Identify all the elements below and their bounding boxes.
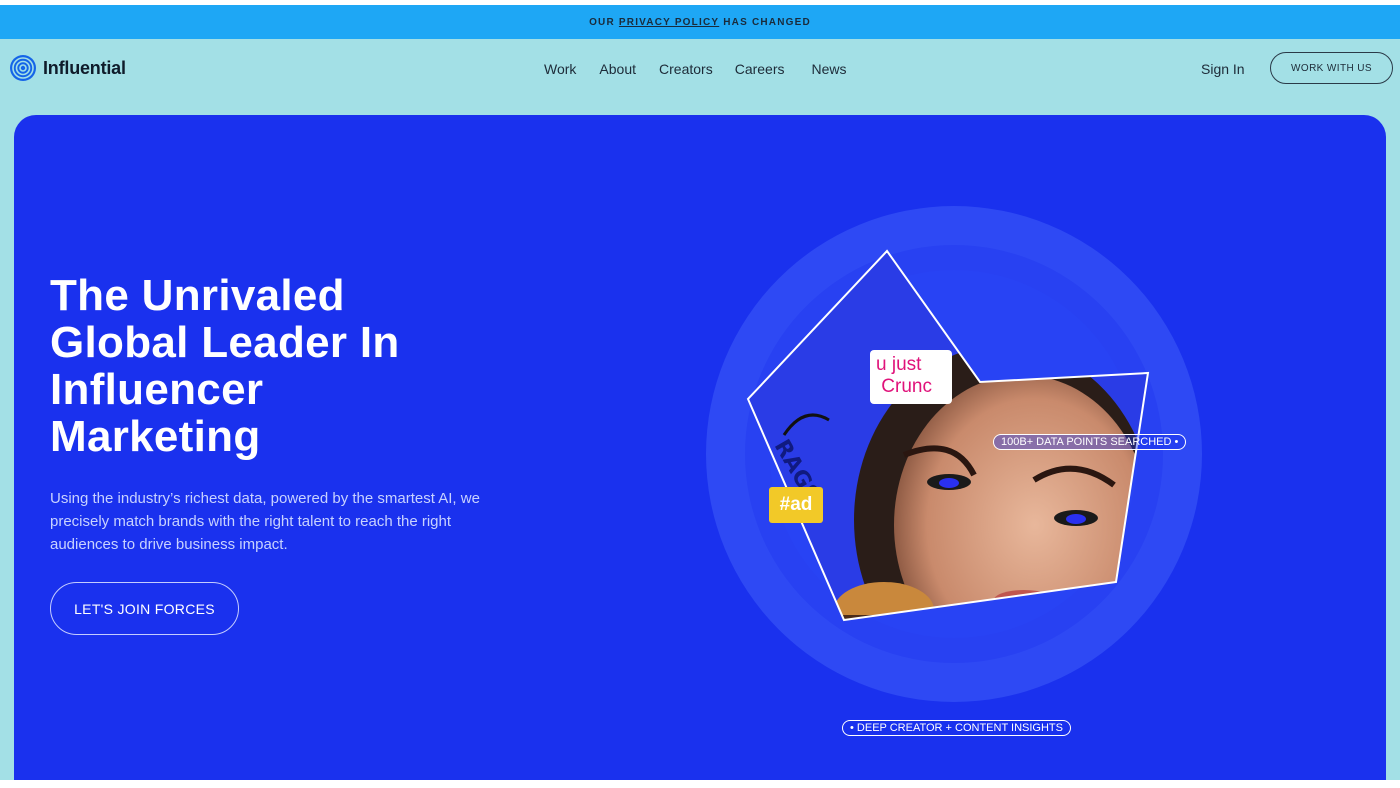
hero-description: Using the industry’s richest data, power… bbox=[50, 490, 480, 553]
sign-in-link[interactable]: Sign In bbox=[1201, 61, 1245, 77]
ad-tag: #ad bbox=[769, 487, 823, 523]
quote-sticker: u just Crunc bbox=[870, 350, 952, 404]
influential-logo-icon bbox=[10, 55, 36, 81]
hero-title-line: The Unrivaled bbox=[50, 271, 345, 320]
announcement-prefix: OUR bbox=[589, 16, 615, 28]
hero-visual: RAGS u just Crunc #ad 100B+ DATA POINTS … bbox=[704, 205, 1204, 736]
announcement-suffix: HAS CHANGED bbox=[723, 16, 811, 28]
announcement-bar: OUR PRIVACY POLICY HAS CHANGED bbox=[0, 5, 1400, 39]
hero-section: The Unrivaled Global Leader In Influence… bbox=[14, 115, 1386, 785]
hero-title-line: Marketing bbox=[50, 412, 261, 461]
data-points-pill: 100B+ DATA POINTS SEARCHED • bbox=[993, 434, 1187, 450]
nav-link-work[interactable]: Work bbox=[544, 61, 576, 77]
work-with-us-button[interactable]: WORK WITH US bbox=[1270, 52, 1393, 84]
nav-link-careers[interactable]: Careers bbox=[735, 61, 785, 77]
bottom-strip bbox=[0, 780, 1400, 788]
nav-link-news[interactable]: News bbox=[812, 61, 847, 77]
nav-link-about[interactable]: About bbox=[599, 61, 636, 77]
brand-logo[interactable]: Influential bbox=[9, 54, 126, 82]
nav-link-creators[interactable]: Creators bbox=[659, 61, 713, 77]
brand-name: Influential bbox=[43, 57, 126, 78]
hero-title-line: Global Leader In bbox=[50, 318, 400, 367]
hero-title: The Unrivaled Global Leader In Influence… bbox=[50, 272, 530, 460]
site-header: Influential Work About Creators Careers … bbox=[0, 39, 1400, 99]
privacy-policy-link[interactable]: PRIVACY POLICY bbox=[619, 17, 719, 28]
hero-title-line: Influencer bbox=[50, 365, 264, 414]
join-forces-button[interactable]: LET'S JOIN FORCES bbox=[50, 582, 239, 635]
creator-portrait-graphic: RAGS bbox=[706, 206, 1202, 702]
main-navigation: Work About Creators Careers News bbox=[544, 61, 847, 77]
insights-pill: • DEEP CREATOR + CONTENT INSIGHTS bbox=[842, 720, 1071, 736]
